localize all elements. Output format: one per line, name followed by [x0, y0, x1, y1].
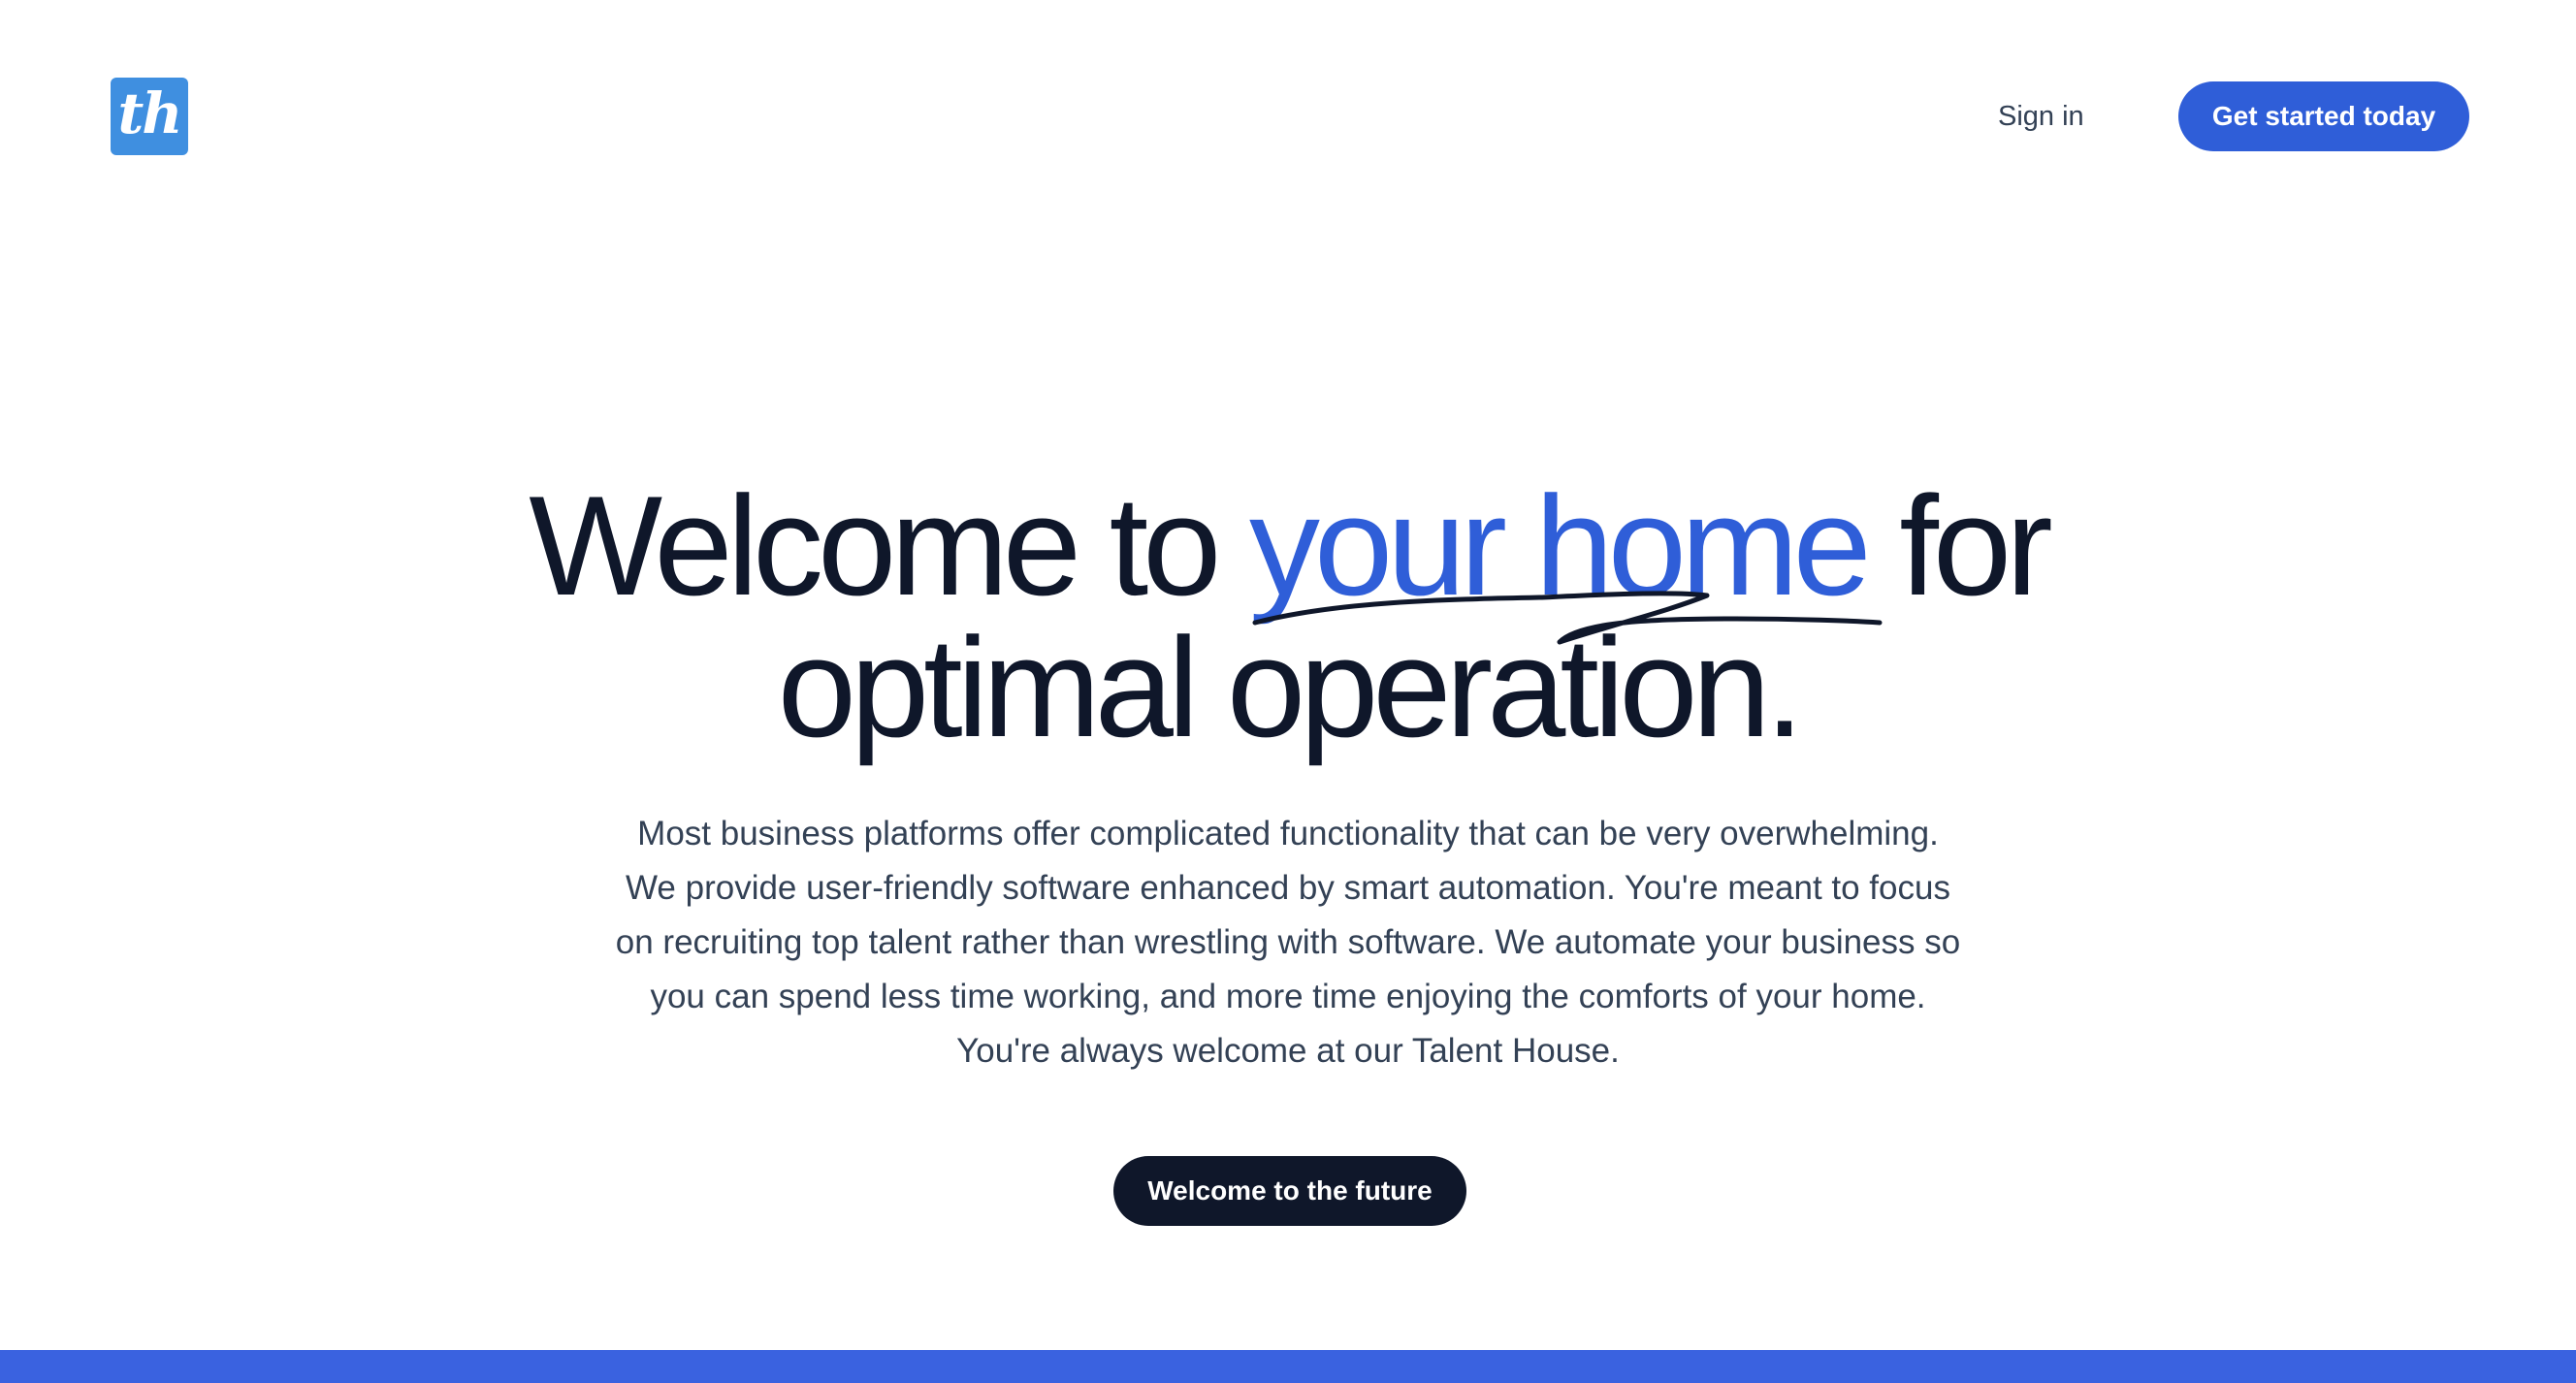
headline-after: for	[1865, 466, 2052, 625]
hero-paragraph: Most business platforms offer complicate…	[615, 815, 1961, 1070]
headline-before: Welcome to	[529, 466, 1249, 625]
talent-house-logo-icon[interactable]: th	[111, 78, 188, 155]
headline-line-2: optimal operation.	[777, 608, 1805, 766]
get-started-button[interactable]: Get started today	[2178, 81, 2469, 151]
logo-text: th	[117, 80, 183, 146]
headline-accent: your home	[1248, 466, 1872, 625]
hero-headline: Welcome to your home for optimal operati…	[0, 475, 2576, 758]
sign-in-link[interactable]: Sign in	[1998, 93, 2084, 140]
headline-line-1: Welcome to your home for	[0, 475, 2576, 617]
welcome-future-button[interactable]: Welcome to the future	[1113, 1156, 1466, 1226]
landing-page: th Sign in Get started today Welcome to …	[0, 0, 2576, 1383]
bottom-color-band	[0, 1350, 2576, 1383]
